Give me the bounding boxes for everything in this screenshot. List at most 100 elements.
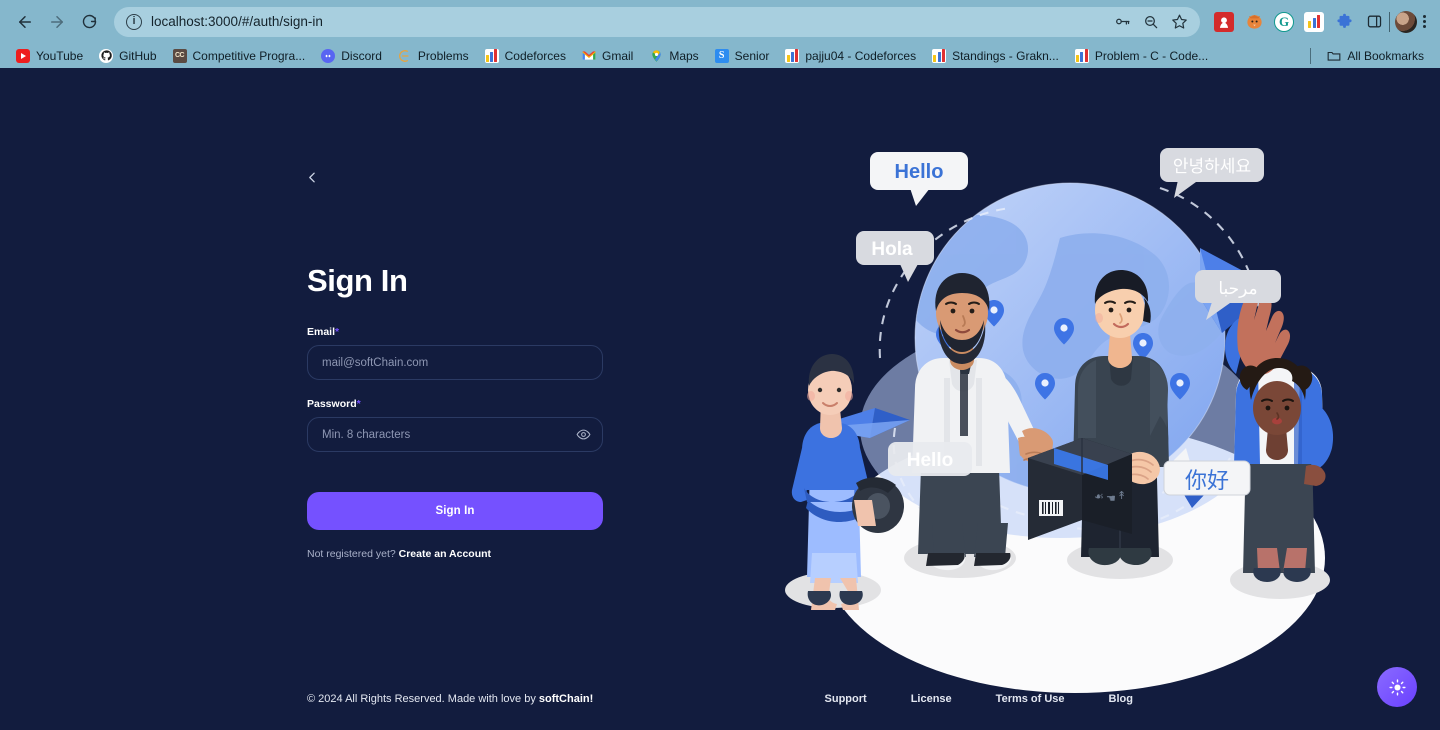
svg-text:你好: 你好 bbox=[1185, 469, 1229, 494]
copyright-text: © 2024 All Rights Reserved. Made with lo… bbox=[307, 693, 593, 705]
svg-text:Hello: Hello bbox=[895, 161, 944, 183]
forward-button[interactable] bbox=[42, 7, 72, 37]
email-label-text: Email bbox=[307, 326, 336, 339]
copyright-prefix: © 2024 All Rights Reserved. Made with lo… bbox=[307, 693, 539, 705]
bookmark-label: Gmail bbox=[601, 48, 634, 63]
svg-text:안녕하세요: 안녕하세요 bbox=[1173, 157, 1251, 177]
profile-avatar[interactable] bbox=[1395, 10, 1417, 33]
browser-toolbar: i localhost:3000/#/auth/sign-in G bbox=[0, 0, 1440, 43]
senior-icon: S bbox=[714, 48, 729, 63]
bookmark-discord[interactable]: Discord bbox=[313, 45, 390, 66]
footer-link-terms-of-use[interactable]: Terms of Use bbox=[996, 693, 1065, 705]
footer-link-blog[interactable]: Blog bbox=[1109, 693, 1133, 705]
bookmark-pajju04-codeforces[interactable]: pajju04 - Codeforces bbox=[777, 45, 924, 66]
gmail-icon bbox=[582, 49, 596, 63]
bookmark-label: Problem - C - Code... bbox=[1094, 48, 1209, 63]
bookmark-label: Competitive Progra... bbox=[192, 48, 306, 63]
codeforces-extension-icon[interactable] bbox=[1304, 11, 1324, 32]
auth-page: ☙ ☚ ↟ Hello 안녕하세요 Hola مرحبا Hello 你好 Si… bbox=[0, 68, 1440, 730]
register-prompt-row: Not registered yet? Create an Account bbox=[307, 548, 603, 560]
svg-text:↟: ↟ bbox=[1117, 490, 1126, 502]
password-input[interactable] bbox=[307, 417, 603, 453]
all-bookmarks-label: All Bookmarks bbox=[1347, 48, 1424, 63]
codeforces-icon bbox=[932, 48, 947, 63]
email-label: Email* bbox=[307, 326, 603, 338]
footer-link-license[interactable]: License bbox=[911, 693, 952, 705]
create-account-link[interactable]: Create an Account bbox=[399, 548, 491, 560]
anime-extension-icon[interactable] bbox=[1214, 11, 1234, 32]
youtube-icon bbox=[16, 48, 30, 63]
folder-icon bbox=[1327, 49, 1341, 63]
codeforces-icon bbox=[785, 48, 800, 63]
url-text: localhost:3000/#/auth/sign-in bbox=[151, 14, 323, 29]
password-label: Password* bbox=[307, 398, 603, 410]
bookmark-github[interactable]: GitHub bbox=[91, 45, 164, 66]
browser-chrome: i localhost:3000/#/auth/sign-in G YouTub… bbox=[0, 0, 1440, 68]
bookmark-label: pajju04 - Codeforces bbox=[805, 48, 917, 63]
bookmark-standings-grakn[interactable]: Standings - Grakn... bbox=[924, 45, 1067, 66]
chrome-menu-icon[interactable] bbox=[1419, 15, 1430, 28]
discord-icon bbox=[321, 48, 336, 63]
register-prompt-text: Not registered yet? bbox=[307, 548, 396, 561]
bookmark-maps[interactable]: Maps bbox=[641, 45, 706, 66]
bookmark-label: Standings - Grakn... bbox=[952, 48, 1059, 63]
theme-toggle-button[interactable] bbox=[1377, 667, 1417, 707]
bookmark-problem-c-code[interactable]: Problem - C - Code... bbox=[1067, 45, 1216, 66]
codeforces-icon bbox=[1074, 48, 1089, 63]
sign-in-button[interactable]: Sign In bbox=[307, 492, 603, 531]
puzzle-extensions-icon[interactable] bbox=[1334, 12, 1354, 32]
bookmark-star-icon[interactable] bbox=[1171, 13, 1188, 30]
bookmark-problems[interactable]: Problems bbox=[390, 45, 477, 66]
bookmark-gmail[interactable]: Gmail bbox=[574, 45, 641, 66]
hero-illustration: ☙ ☚ ↟ Hello 안녕하세요 Hola مرحبا Hello 你好 bbox=[760, 128, 1400, 698]
bookmark-label: Maps bbox=[669, 48, 699, 63]
reload-button[interactable] bbox=[74, 7, 104, 37]
email-field-group: Email* bbox=[307, 326, 603, 381]
codeforces-icon bbox=[484, 48, 499, 63]
svg-text:☙: ☙ bbox=[1094, 491, 1104, 503]
bookmark-label: YouTube bbox=[36, 48, 84, 63]
page-back-button[interactable] bbox=[300, 165, 324, 189]
sign-in-form: Sign In Email* Password* Sign In Not reg… bbox=[307, 263, 603, 560]
bookmark-label: Discord bbox=[341, 48, 382, 63]
firefox-extension-icon[interactable] bbox=[1244, 12, 1264, 32]
show-password-eye-icon[interactable] bbox=[575, 427, 591, 443]
sun-icon bbox=[1388, 678, 1406, 696]
footer-links: Support License Terms of Use Blog bbox=[825, 693, 1133, 705]
bookmark-label: Senior bbox=[734, 48, 770, 63]
required-marker: * bbox=[335, 326, 340, 339]
side-panel-icon[interactable] bbox=[1364, 12, 1384, 32]
zoom-out-icon[interactable] bbox=[1143, 14, 1159, 30]
grammarly-extension-icon[interactable]: G bbox=[1274, 11, 1294, 32]
password-label-text: Password bbox=[307, 398, 357, 411]
page-footer: © 2024 All Rights Reserved. Made with lo… bbox=[0, 668, 1440, 730]
page-title: Sign In bbox=[307, 263, 408, 298]
maps-icon bbox=[649, 49, 663, 63]
email-input[interactable] bbox=[307, 345, 603, 381]
bookmark-codeforces[interactable]: Codeforces bbox=[477, 45, 574, 66]
brand-name: softChain! bbox=[538, 693, 594, 705]
bookmark-label: GitHub bbox=[119, 48, 157, 63]
address-bar[interactable]: i localhost:3000/#/auth/sign-in bbox=[114, 6, 1200, 37]
bookmark-competitive-programming[interactable]: CC Competitive Progra... bbox=[165, 45, 314, 66]
toolbar-divider bbox=[1389, 11, 1390, 32]
password-key-icon[interactable] bbox=[1114, 13, 1131, 30]
github-icon bbox=[99, 48, 114, 63]
problems-icon bbox=[398, 49, 412, 63]
bookmark-bar-divider bbox=[1310, 47, 1312, 64]
extension-icons: G bbox=[1208, 11, 1384, 32]
required-marker: * bbox=[356, 398, 361, 411]
site-info-icon[interactable]: i bbox=[126, 13, 142, 30]
back-button[interactable] bbox=[10, 7, 40, 37]
bookmark-senior[interactable]: S Senior bbox=[707, 45, 778, 66]
all-bookmarks-button[interactable]: All Bookmarks bbox=[1319, 45, 1432, 66]
svg-text:Hello: Hello bbox=[907, 450, 953, 471]
footer-link-support[interactable]: Support bbox=[825, 693, 867, 705]
password-field-group: Password* bbox=[307, 398, 603, 453]
bookmark-label: Problems bbox=[417, 48, 469, 63]
svg-text:☚: ☚ bbox=[1106, 493, 1116, 505]
cc-icon: CC bbox=[172, 48, 187, 63]
bookmark-youtube[interactable]: YouTube bbox=[8, 45, 91, 66]
svg-text:مرحبا: مرحبا bbox=[1218, 279, 1257, 299]
bookmark-label: Codeforces bbox=[504, 48, 566, 63]
